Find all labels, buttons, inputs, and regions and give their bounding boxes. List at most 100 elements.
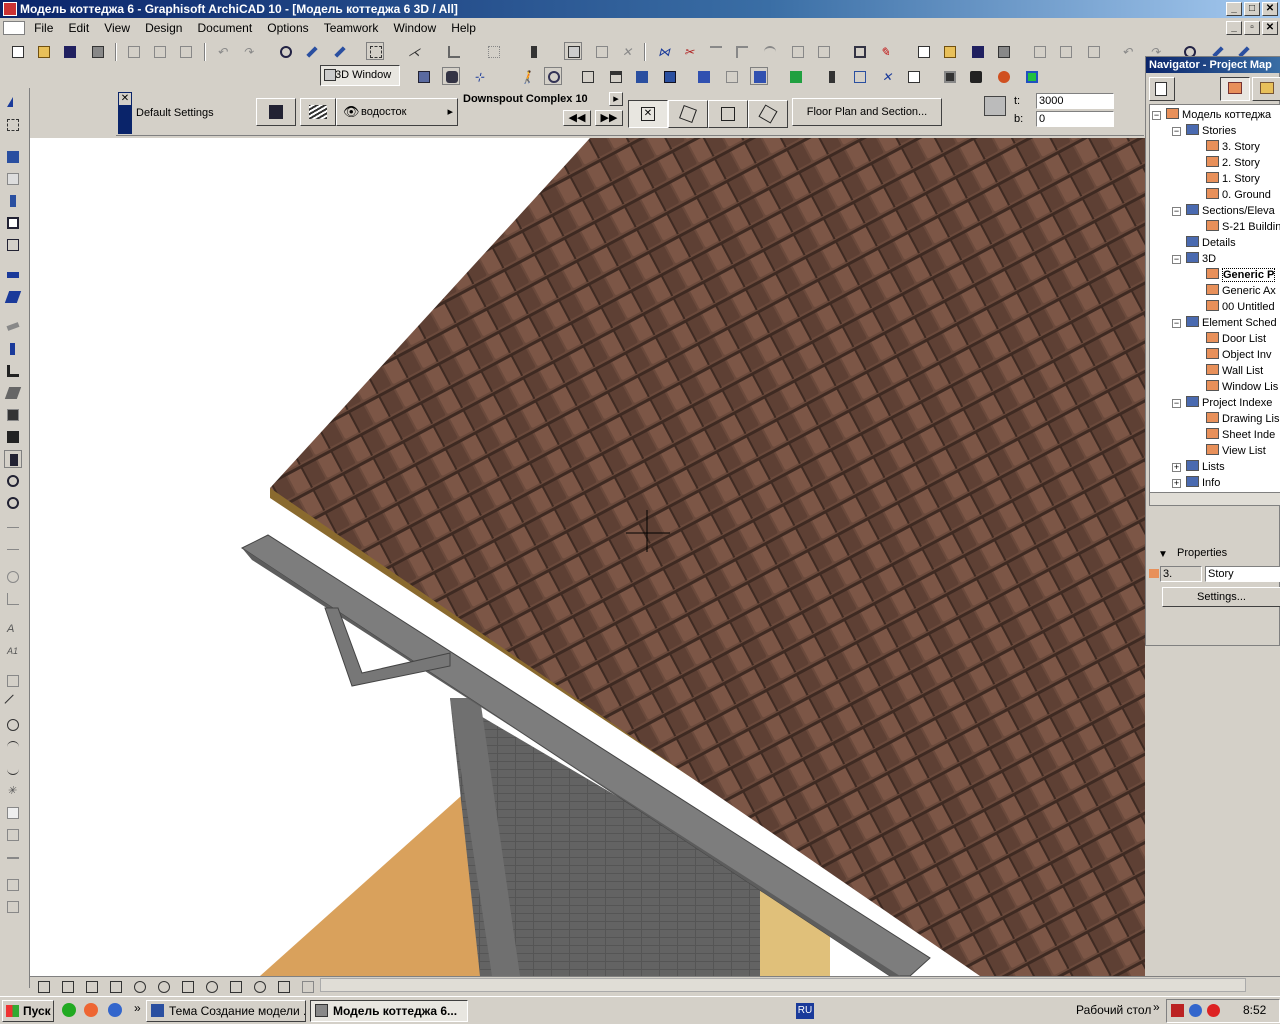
- elevation-tool-icon[interactable]: [4, 876, 22, 894]
- snap-icon[interactable]: ⋌: [404, 42, 422, 60]
- redo-icon[interactable]: ↷: [239, 42, 257, 60]
- tree-item[interactable]: 3D: [1186, 251, 1216, 267]
- doc-restore-button[interactable]: ▫: [1244, 21, 1260, 35]
- diagonal-placement-button[interactable]: [708, 100, 748, 128]
- view-map-tab[interactable]: [1252, 77, 1280, 101]
- marker-icon[interactable]: [524, 42, 542, 60]
- menu-document[interactable]: Document: [192, 18, 259, 38]
- tree-item[interactable]: Details: [1186, 235, 1236, 251]
- tree-item[interactable]: Drawing Lis: [1206, 411, 1279, 427]
- tree-item[interactable]: 00 Untitled: [1206, 299, 1275, 315]
- explore-icon[interactable]: [544, 67, 562, 85]
- doc-close-button[interactable]: ✕: [1262, 21, 1278, 35]
- menu-help[interactable]: Help: [445, 18, 482, 38]
- intersect-icon[interactable]: ⋈: [654, 42, 672, 60]
- menu-options[interactable]: Options: [261, 18, 314, 38]
- detail-icon[interactable]: ✕: [878, 67, 896, 85]
- tree-hscrollbar[interactable]: [1149, 492, 1280, 506]
- doc-minimize-button[interactable]: _: [1226, 21, 1242, 35]
- walk-mode-icon[interactable]: [226, 977, 242, 993]
- shield-icon[interactable]: [1171, 1004, 1184, 1017]
- circle-tool-icon[interactable]: [4, 716, 22, 734]
- tree-expander[interactable]: −: [1172, 255, 1181, 264]
- perspective-camera-icon[interactable]: [442, 67, 460, 85]
- chevron-icon[interactable]: »: [1153, 1000, 1160, 1014]
- language-indicator[interactable]: RU: [796, 1003, 814, 1019]
- light-tool-icon[interactable]: [4, 472, 22, 490]
- sun-icon[interactable]: [994, 67, 1012, 85]
- cube-icon[interactable]: [660, 67, 678, 85]
- tree-item[interactable]: Stories: [1186, 123, 1236, 139]
- single-placement-button[interactable]: ✕: [628, 100, 668, 128]
- lock-icon[interactable]: [722, 67, 740, 85]
- elements-3d-icon[interactable]: [632, 67, 650, 85]
- adjust-icon[interactable]: [706, 42, 724, 60]
- ruler-icon[interactable]: [592, 42, 610, 60]
- previous-view-icon[interactable]: [106, 977, 122, 993]
- zoom-window-icon[interactable]: [58, 977, 74, 993]
- zone-tool-icon[interactable]: [4, 406, 22, 424]
- tree-item[interactable]: Object Inv: [1206, 347, 1272, 363]
- orbit-icon[interactable]: [202, 977, 218, 993]
- project-map-tab[interactable]: [1220, 77, 1250, 101]
- tree-item[interactable]: View List: [1206, 443, 1266, 459]
- tree-expander[interactable]: −: [1172, 399, 1181, 408]
- object-tool-icon[interactable]: [4, 214, 22, 232]
- tree-item[interactable]: 2. Story: [1206, 155, 1260, 171]
- undo-icon[interactable]: ↶: [213, 42, 231, 60]
- fillet-icon[interactable]: [732, 42, 750, 60]
- spline-tool-icon[interactable]: [4, 760, 22, 778]
- menu-teamwork[interactable]: Teamwork: [318, 18, 385, 38]
- menu-view[interactable]: View: [98, 18, 136, 38]
- quicklaunch-icon-2[interactable]: [84, 1003, 98, 1017]
- tree-expander[interactable]: −: [1152, 111, 1161, 120]
- menu-window[interactable]: Window: [387, 18, 442, 38]
- paste-icon[interactable]: [176, 42, 194, 60]
- tree-item[interactable]: Element Sched: [1186, 315, 1277, 331]
- copy-icon[interactable]: [150, 42, 168, 60]
- tree-item[interactable]: 3. Story: [1206, 139, 1260, 155]
- print-icon-2[interactable]: [994, 42, 1012, 60]
- camera-icon[interactable]: [966, 67, 984, 85]
- fill-tool-icon[interactable]: [4, 672, 22, 690]
- detail-tool-icon[interactable]: [4, 898, 22, 916]
- 3d-window-button[interactable]: 3D Window: [320, 65, 400, 86]
- layer-settings-button[interactable]: [300, 98, 336, 126]
- grid-color-icon[interactable]: [1022, 67, 1040, 85]
- taskbar-item-word[interactable]: Тема Создание модели ...: [146, 1000, 306, 1022]
- curtain-wall-tool-icon[interactable]: [4, 236, 22, 254]
- zoom-magnifier-icon[interactable]: [250, 977, 266, 993]
- magnify-plus-icon[interactable]: [130, 977, 146, 993]
- 3d-document-icon[interactable]: [904, 67, 922, 85]
- trace-icon[interactable]: [564, 42, 582, 60]
- tree-item[interactable]: Project Indexe: [1186, 395, 1272, 411]
- hotspot-tool-icon[interactable]: ✳: [4, 782, 22, 800]
- dimension-tool-icon[interactable]: [4, 524, 22, 542]
- find-select-icon[interactable]: [276, 42, 294, 60]
- tree-expander[interactable]: +: [1172, 479, 1181, 488]
- chair-object-tool-icon[interactable]: [4, 450, 22, 468]
- marquee-tool-icon[interactable]: [4, 116, 22, 134]
- wall-tool-icon[interactable]: [4, 148, 22, 166]
- inject-parameters-icon[interactable]: [330, 42, 348, 60]
- navigator-icon[interactable]: [694, 67, 712, 85]
- layers-icon[interactable]: [750, 67, 768, 85]
- quicklaunch-icon-3[interactable]: [108, 1003, 122, 1017]
- tree-item[interactable]: Generic P: [1206, 267, 1276, 283]
- pen-icon[interactable]: [822, 67, 840, 85]
- previous-object-button[interactable]: ◀◀: [563, 110, 591, 126]
- lamp-tool-icon[interactable]: [4, 428, 22, 446]
- text-tool-icon[interactable]: A: [4, 620, 22, 638]
- chevron-icon[interactable]: »: [134, 1001, 141, 1015]
- archicad-app-icon[interactable]: [3, 2, 17, 16]
- tree-expander[interactable]: −: [1172, 319, 1181, 328]
- start-button[interactable]: Пуск: [2, 1000, 54, 1022]
- fill-icon[interactable]: [786, 67, 804, 85]
- drawing-tool-icon[interactable]: [4, 826, 22, 844]
- door-tool-icon[interactable]: [4, 170, 22, 188]
- axes-icon[interactable]: ⊹: [470, 67, 488, 85]
- undo-icon-2[interactable]: ↶: [1118, 42, 1136, 60]
- pan-hand-icon[interactable]: [178, 977, 194, 993]
- collapse-arrow-icon[interactable]: ▼: [1158, 549, 1168, 560]
- walk-icon[interactable]: 🚶: [516, 67, 535, 85]
